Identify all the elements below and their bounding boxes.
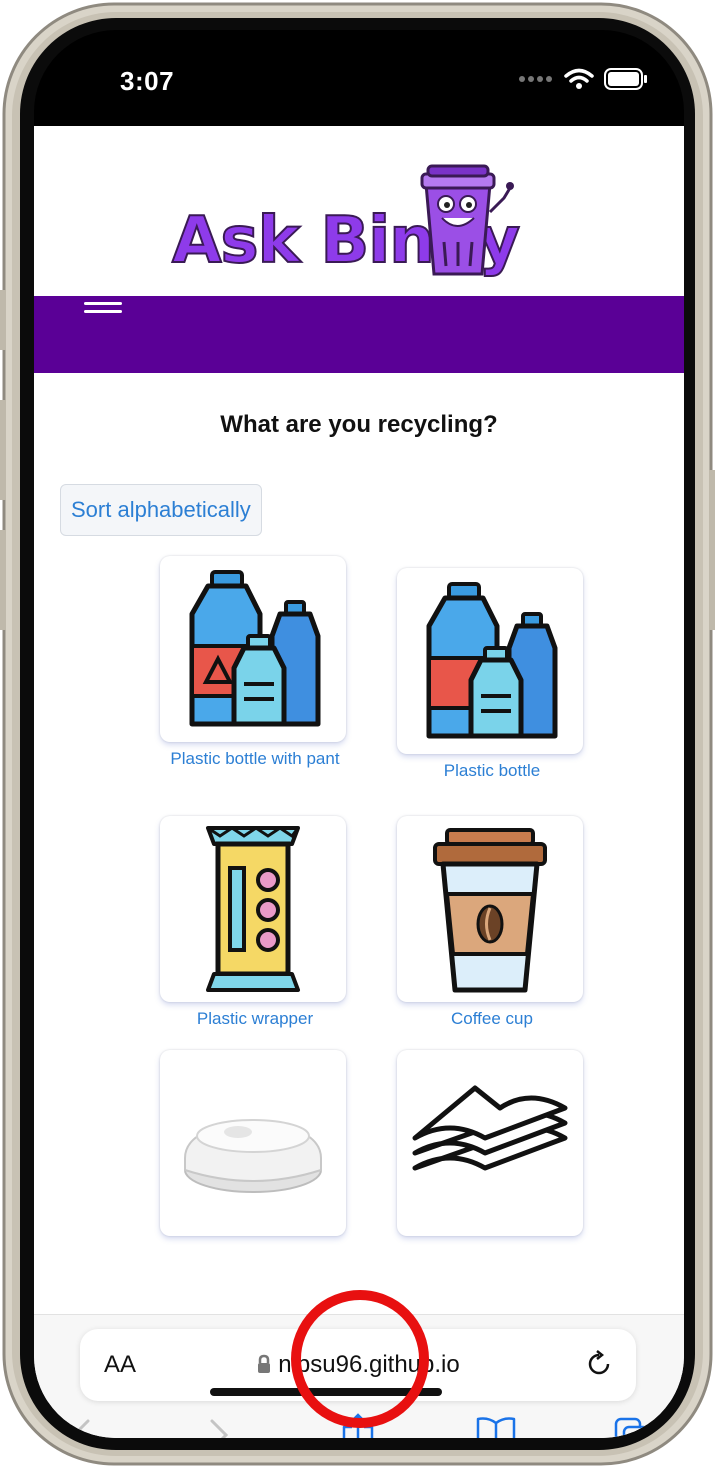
plastic-bottle-pant-icon <box>189 570 321 727</box>
share-highlight-circle <box>291 1290 429 1428</box>
item-label[interactable]: Plastic bottle <box>397 760 587 782</box>
item-coffee-cup[interactable]: Coffee cup <box>397 816 587 1030</box>
status-icons <box>518 68 648 90</box>
item-label[interactable]: Plastic wrapper <box>160 1008 350 1030</box>
sort-alphabetically-button[interactable]: Sort alphabetically <box>60 484 262 536</box>
page-question: What are you recycling? <box>220 411 498 438</box>
plastic-wrapper-icon <box>206 826 300 992</box>
item-cup-lid[interactable] <box>160 1050 350 1242</box>
signal-dots-icon <box>519 76 552 82</box>
napkins-icon <box>412 1085 568 1171</box>
item-label[interactable]: Plastic bottle with pant <box>160 748 350 770</box>
bookmarks-icon[interactable] <box>474 1415 518 1438</box>
navbar <box>34 296 684 373</box>
battery-icon <box>604 68 647 90</box>
phone-screen: 3:07 Ask Binny What are you recycling? S… <box>34 30 684 1438</box>
item-card[interactable] <box>397 568 583 754</box>
lock-icon <box>258 1354 271 1373</box>
status-bar: 3:07 <box>34 30 684 126</box>
tabs-icon[interactable] <box>612 1415 652 1438</box>
back-icon[interactable] <box>68 1415 94 1438</box>
plastic-bottle-icon <box>426 582 558 739</box>
web-content: Ask Binny What are you recycling? Sort a… <box>34 126 684 1438</box>
status-time: 3:07 <box>120 66 175 96</box>
item-plastic-wrapper[interactable]: Plastic wrapper <box>160 816 350 1030</box>
reload-icon[interactable] <box>584 1349 614 1379</box>
item-napkins[interactable] <box>397 1050 587 1242</box>
coffee-cup-icon <box>433 828 547 993</box>
binny-trash-can-icon <box>420 164 514 276</box>
item-card[interactable] <box>397 1050 583 1236</box>
item-card[interactable] <box>397 816 583 1002</box>
item-card[interactable] <box>160 816 346 1002</box>
wifi-icon <box>564 68 594 89</box>
item-plastic-bottle-with-pant[interactable]: Plastic bottle with pant <box>160 556 350 770</box>
item-card[interactable] <box>160 556 346 742</box>
cup-lid-icon <box>184 1118 322 1193</box>
item-label[interactable]: Coffee cup <box>397 1008 587 1030</box>
hamburger-menu-icon[interactable] <box>84 302 122 324</box>
item-card[interactable] <box>160 1050 346 1236</box>
forward-icon[interactable] <box>206 1415 232 1438</box>
item-plastic-bottle[interactable]: Plastic bottle <box>397 568 587 782</box>
site-header: Ask Binny <box>34 126 684 296</box>
